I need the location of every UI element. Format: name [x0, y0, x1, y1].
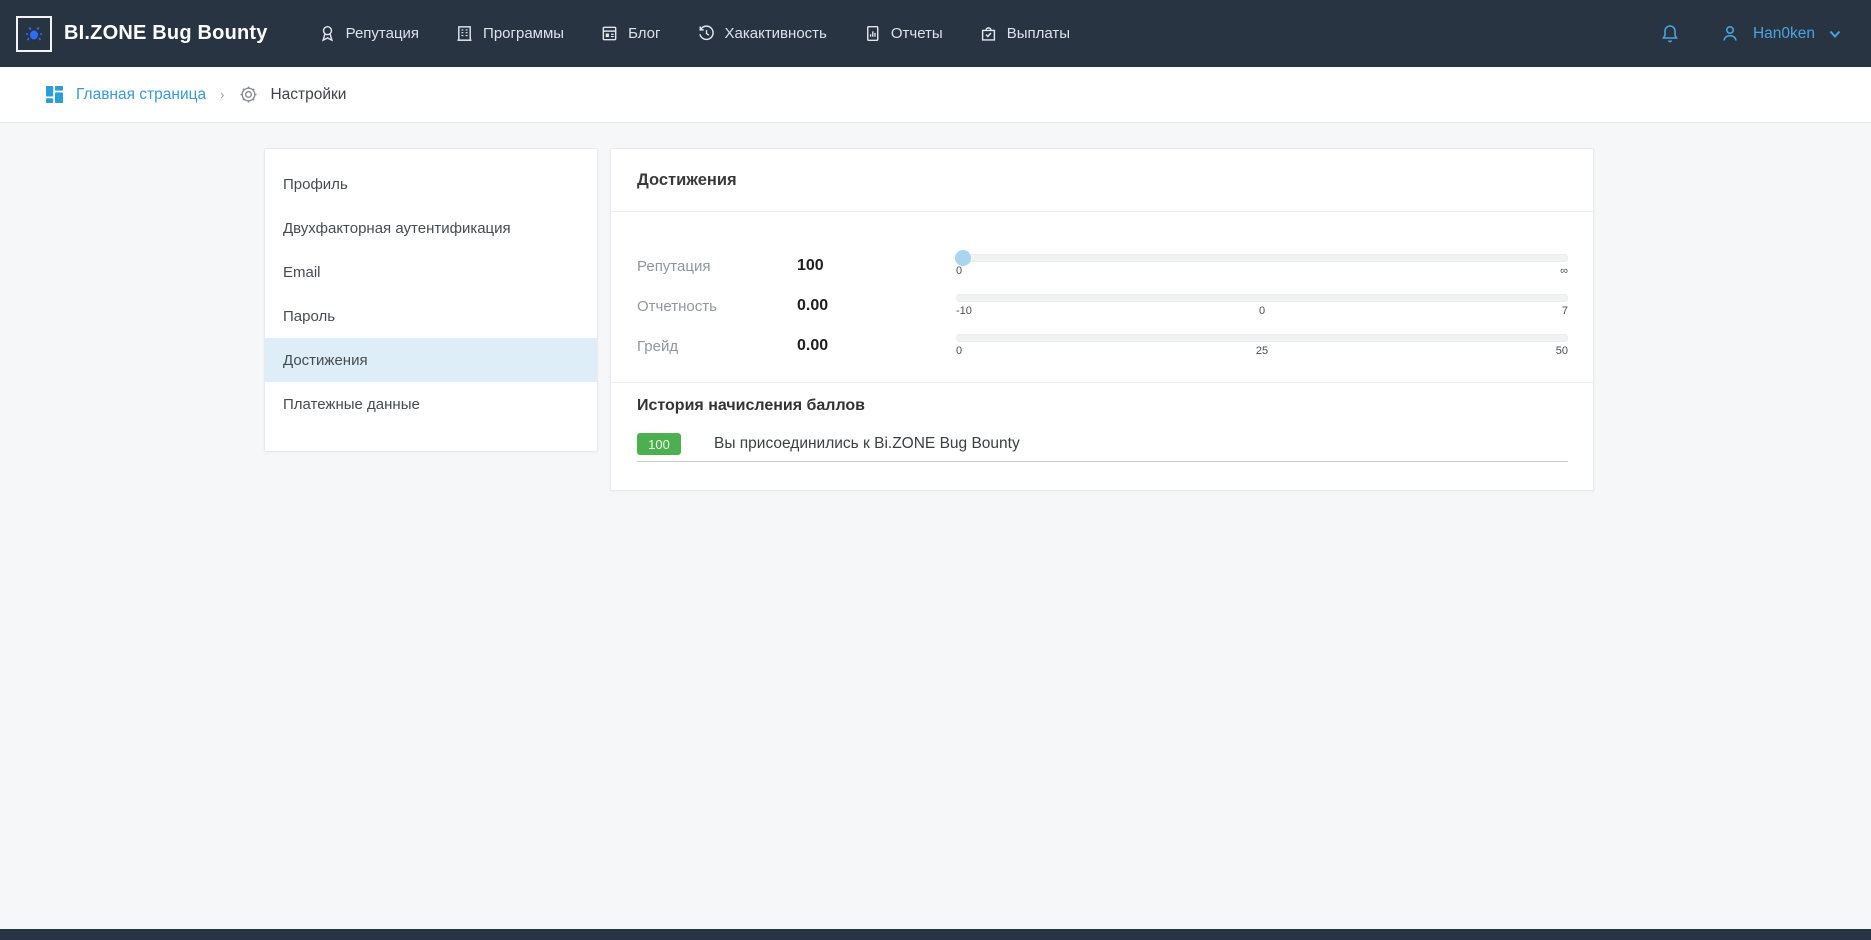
sidebar-item-achievements[interactable]: Достижения: [265, 338, 597, 382]
history-entry: 100 Вы присоединились к Bi.ZONE Bug Boun…: [637, 433, 1568, 462]
settings-sidebar: Профиль Двухфакторная аутентификация Ema…: [264, 148, 598, 452]
brand-name: BI.ZONE Bug Bounty: [64, 22, 268, 45]
main-navigation: Репутация Программы Блог Хакактивность: [304, 14, 1084, 53]
gear-icon: [238, 84, 259, 105]
history-title: История начисления баллов: [637, 397, 1567, 415]
nav-item-programs[interactable]: Программы: [441, 14, 578, 53]
slider-track[interactable]: [956, 334, 1568, 342]
metric-value: 0.00: [797, 297, 956, 315]
sidebar-item-payment-data[interactable]: Платежные данные: [265, 382, 597, 426]
bug-logo-icon: [16, 16, 52, 52]
sidebar-item-2fa[interactable]: Двухфакторная аутентификация: [265, 206, 597, 250]
newspaper-icon: [600, 24, 619, 43]
chevron-down-icon: [1827, 26, 1843, 42]
sidebar-item-email[interactable]: Email: [265, 250, 597, 294]
payout-bag-icon: [979, 24, 998, 43]
section-divider: [611, 382, 1593, 383]
notifications-bell-icon[interactable]: [1659, 23, 1681, 45]
metric-value: 0.00: [797, 337, 956, 355]
slider-scale: 0 25 50: [956, 345, 1568, 358]
footer-bar: [0, 929, 1871, 940]
slider-thumb[interactable]: [955, 250, 971, 266]
settings-page: Профиль Двухфакторная аутентификация Ema…: [0, 123, 1871, 939]
breadcrumb-separator: ›: [220, 87, 224, 102]
top-navbar: BI.ZONE Bug Bounty Репутация Программы Б…: [0, 0, 1871, 67]
reporting-slider[interactable]: -10 0 7: [956, 294, 1568, 318]
building-icon: [455, 24, 474, 43]
metric-row-reputation: Репутация 100 0 ∞: [637, 246, 1568, 286]
slider-scale: -10 0 7: [956, 305, 1568, 318]
user-icon: [1719, 23, 1741, 45]
nav-item-reports[interactable]: Отчеты: [849, 14, 957, 53]
brand-logo[interactable]: BI.ZONE Bug Bounty: [16, 16, 268, 52]
metric-label: Репутация: [637, 258, 797, 275]
panel-title: Достижения: [637, 171, 737, 190]
metric-value: 100: [797, 257, 956, 275]
reputation-slider[interactable]: 0 ∞: [956, 254, 1568, 278]
breadcrumb-current-label: Настройки: [270, 86, 346, 104]
metric-label: Грейд: [637, 338, 797, 355]
sidebar-item-password[interactable]: Пароль: [265, 294, 597, 338]
nav-item-payments[interactable]: Выплаты: [965, 14, 1084, 53]
metrics-section: Репутация 100 0 ∞ Отчетность 0.00: [611, 212, 1593, 366]
dashboard-tiles-icon: [44, 84, 65, 105]
metric-row-reporting: Отчетность 0.00 -10 0 7: [637, 286, 1568, 326]
slider-track[interactable]: [956, 254, 1568, 262]
metric-row-grade: Грейд 0.00 0 25 50: [637, 326, 1568, 366]
breadcrumb-home-link[interactable]: Главная страница: [76, 86, 206, 104]
metric-label: Отчетность: [637, 298, 797, 315]
user-menu[interactable]: Han0ken: [1719, 23, 1843, 45]
nav-item-reputation[interactable]: Репутация: [304, 14, 433, 53]
grade-slider[interactable]: 0 25 50: [956, 334, 1568, 358]
breadcrumb-current: Настройки: [238, 84, 346, 105]
history-icon: [697, 24, 716, 43]
achievements-panel: Достижения Репутация 100 0 ∞: [610, 148, 1594, 491]
points-badge: 100: [637, 433, 681, 455]
breadcrumb: Главная страница › Настройки: [0, 67, 1871, 123]
panel-header: Достижения: [611, 149, 1593, 212]
nav-item-hackactivity[interactable]: Хакактивность: [683, 14, 841, 53]
navbar-right: Han0ken: [1659, 23, 1843, 45]
slider-scale: 0 ∞: [956, 265, 1568, 278]
nav-item-blog[interactable]: Блог: [586, 14, 674, 53]
sidebar-item-profile[interactable]: Профиль: [265, 162, 597, 206]
history-entry-text: Вы присоединились к Bi.ZONE Bug Bounty: [714, 435, 1020, 453]
report-icon: [863, 24, 882, 43]
username: Han0ken: [1753, 25, 1815, 43]
slider-track[interactable]: [956, 294, 1568, 302]
breadcrumb-home[interactable]: Главная страница: [44, 84, 206, 105]
medal-icon: [318, 24, 337, 43]
